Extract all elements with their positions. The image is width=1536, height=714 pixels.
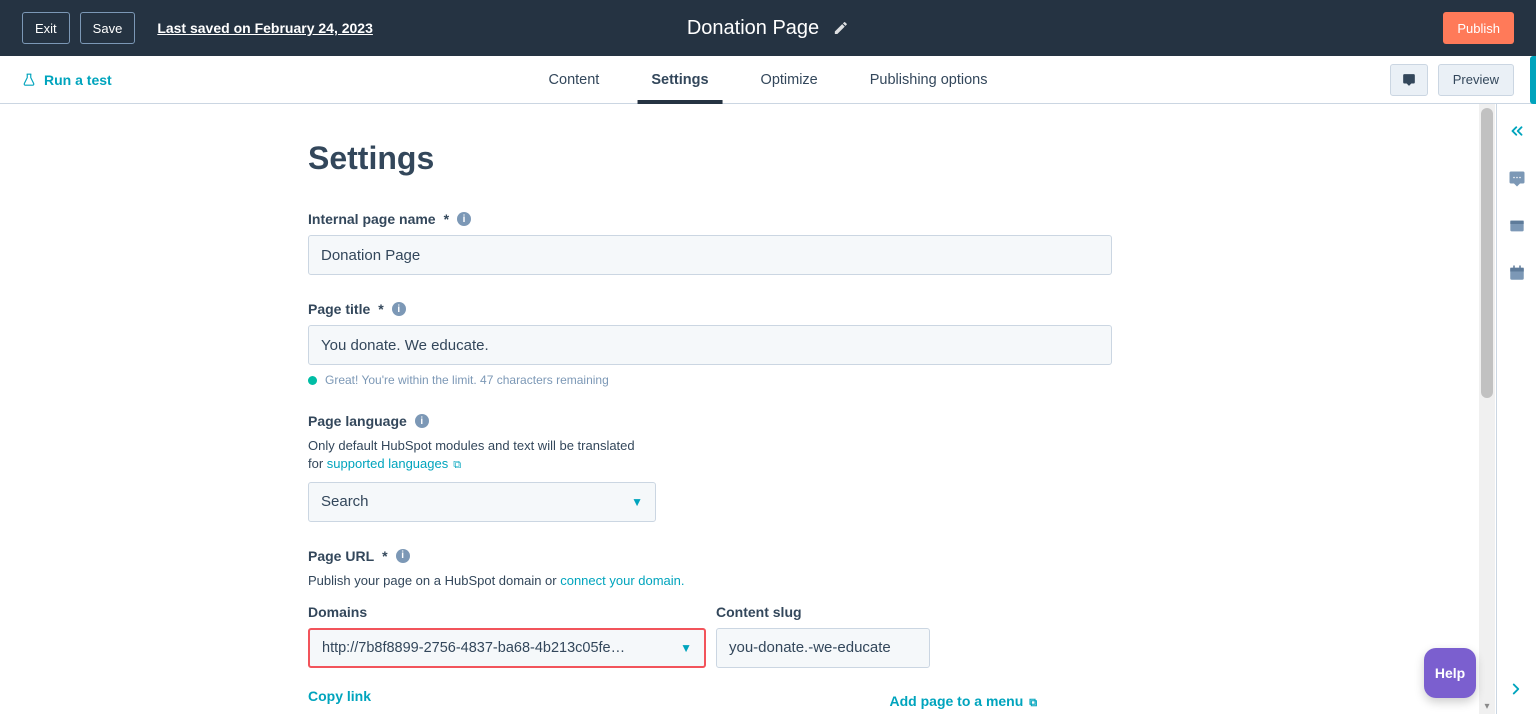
- scrollbar[interactable]: ▾: [1479, 104, 1495, 714]
- flask-icon: [22, 73, 36, 87]
- sub-prefix: Publish your page on a HubSpot domain or: [308, 573, 560, 588]
- slug-col: Content slug: [716, 604, 930, 668]
- page-url-label: Page URL * i: [308, 548, 1112, 564]
- internal-name-label: Internal page name * i: [308, 211, 1112, 227]
- content-slug-input[interactable]: [716, 628, 930, 668]
- field-page-title: Page title * i Great! You're within the …: [308, 301, 1112, 387]
- calendar-icon[interactable]: [1508, 264, 1526, 282]
- tab-content[interactable]: Content: [549, 56, 600, 103]
- info-icon[interactable]: i: [392, 302, 406, 316]
- select-value: Search: [321, 493, 369, 510]
- external-link-icon: ⧉: [450, 459, 461, 471]
- publish-button[interactable]: Publish: [1443, 12, 1514, 44]
- internal-name-input[interactable]: [308, 235, 1112, 275]
- row-right-actions: Preview: [1390, 64, 1514, 96]
- required-marker: *: [378, 301, 383, 317]
- domains-col: Domains http://7b8f8899-2756-4837-ba68-4…: [308, 604, 706, 668]
- external-link-icon: ⧉: [1029, 697, 1037, 709]
- domain-select[interactable]: http://7b8f8899-2756-4837-ba68-4b213c05f…: [308, 628, 706, 668]
- url-two-col: Domains http://7b8f8899-2756-4837-ba68-4…: [308, 604, 1112, 668]
- settings-panel: Settings Internal page name * i Page tit…: [308, 104, 1112, 704]
- page-language-sub: Only default HubSpot modules and text wi…: [308, 437, 1112, 474]
- window-icon[interactable]: [1508, 218, 1526, 234]
- tab-publishing-options[interactable]: Publishing options: [870, 56, 988, 103]
- exit-button[interactable]: Exit: [22, 12, 70, 44]
- link-text: supported languages: [327, 456, 448, 471]
- tabs-row: Run a test Content Settings Optimize Pub…: [0, 56, 1536, 104]
- chevron-right-icon[interactable]: [1496, 680, 1536, 698]
- page-title-hint: Great! You're within the limit. 47 chara…: [308, 373, 1112, 387]
- page-language-select[interactable]: Search ▼: [308, 482, 656, 522]
- last-saved-link[interactable]: Last saved on February 24, 2023: [157, 20, 373, 36]
- required-marker: *: [444, 211, 449, 227]
- page-title-label: Page title * i: [308, 301, 1112, 317]
- content-slug-label: Content slug: [716, 604, 930, 620]
- label-text: Page title: [308, 301, 370, 317]
- page-title-input[interactable]: [308, 325, 1112, 365]
- status-dot-icon: [308, 376, 317, 385]
- domain-value: http://7b8f8899-2756-4837-ba68-4b213c05f…: [322, 640, 625, 656]
- supported-languages-link[interactable]: supported languages ⧉: [327, 456, 461, 471]
- info-icon[interactable]: i: [396, 549, 410, 563]
- run-a-test-label: Run a test: [44, 72, 112, 88]
- help-button[interactable]: Help: [1424, 648, 1476, 698]
- pencil-icon[interactable]: [833, 20, 849, 36]
- scrollbar-thumb[interactable]: [1481, 108, 1493, 398]
- caret-down-icon: ▼: [680, 641, 692, 655]
- field-internal-name: Internal page name * i: [308, 211, 1112, 275]
- required-marker: *: [382, 548, 387, 564]
- comment-button[interactable]: [1390, 64, 1428, 96]
- page-url-sub: Publish your page on a HubSpot domain or…: [308, 572, 1112, 590]
- add-menu-text: Add page to a menu: [890, 693, 1024, 709]
- caret-down-icon: ▼: [631, 495, 643, 509]
- info-icon[interactable]: i: [457, 212, 471, 226]
- field-page-url: Page URL * i Publish your page on a HubS…: [308, 548, 1112, 704]
- page-title-group: Donation Page: [687, 17, 849, 40]
- page-language-label: Page language i: [308, 413, 1112, 429]
- chevrons-left-icon[interactable]: [1508, 122, 1526, 140]
- right-rail: [1496, 104, 1536, 714]
- connect-domain-link[interactable]: connect your domain.: [560, 573, 684, 588]
- label-text: Internal page name: [308, 211, 436, 227]
- run-a-test-link[interactable]: Run a test: [22, 72, 112, 88]
- settings-heading: Settings: [308, 140, 1112, 177]
- hint-text: Great! You're within the limit. 47 chara…: [325, 373, 609, 387]
- chat-icon[interactable]: [1508, 170, 1526, 188]
- sub-line1: Only default HubSpot modules and text wi…: [308, 438, 635, 453]
- tab-optimize[interactable]: Optimize: [761, 56, 818, 103]
- scroll-down-arrow[interactable]: ▾: [1479, 698, 1495, 714]
- main: Settings Internal page name * i Page tit…: [0, 104, 1479, 714]
- comment-icon: [1401, 73, 1417, 87]
- field-page-language: Page language i Only default HubSpot mod…: [308, 413, 1112, 522]
- label-text: Page language: [308, 413, 407, 429]
- tab-settings[interactable]: Settings: [651, 56, 708, 103]
- label-text: Page URL: [308, 548, 374, 564]
- sub-line2-prefix: for: [308, 456, 327, 471]
- add-page-to-menu-link[interactable]: Add page to a menu ⧉: [890, 693, 1038, 710]
- page-title: Donation Page: [687, 17, 819, 40]
- edge-indicator: [1530, 56, 1536, 104]
- info-icon[interactable]: i: [415, 414, 429, 428]
- save-button[interactable]: Save: [80, 12, 136, 44]
- tabs: Content Settings Optimize Publishing opt…: [549, 56, 988, 103]
- topbar: Exit Save Last saved on February 24, 202…: [0, 0, 1536, 56]
- domains-label: Domains: [308, 604, 706, 620]
- preview-button[interactable]: Preview: [1438, 64, 1514, 96]
